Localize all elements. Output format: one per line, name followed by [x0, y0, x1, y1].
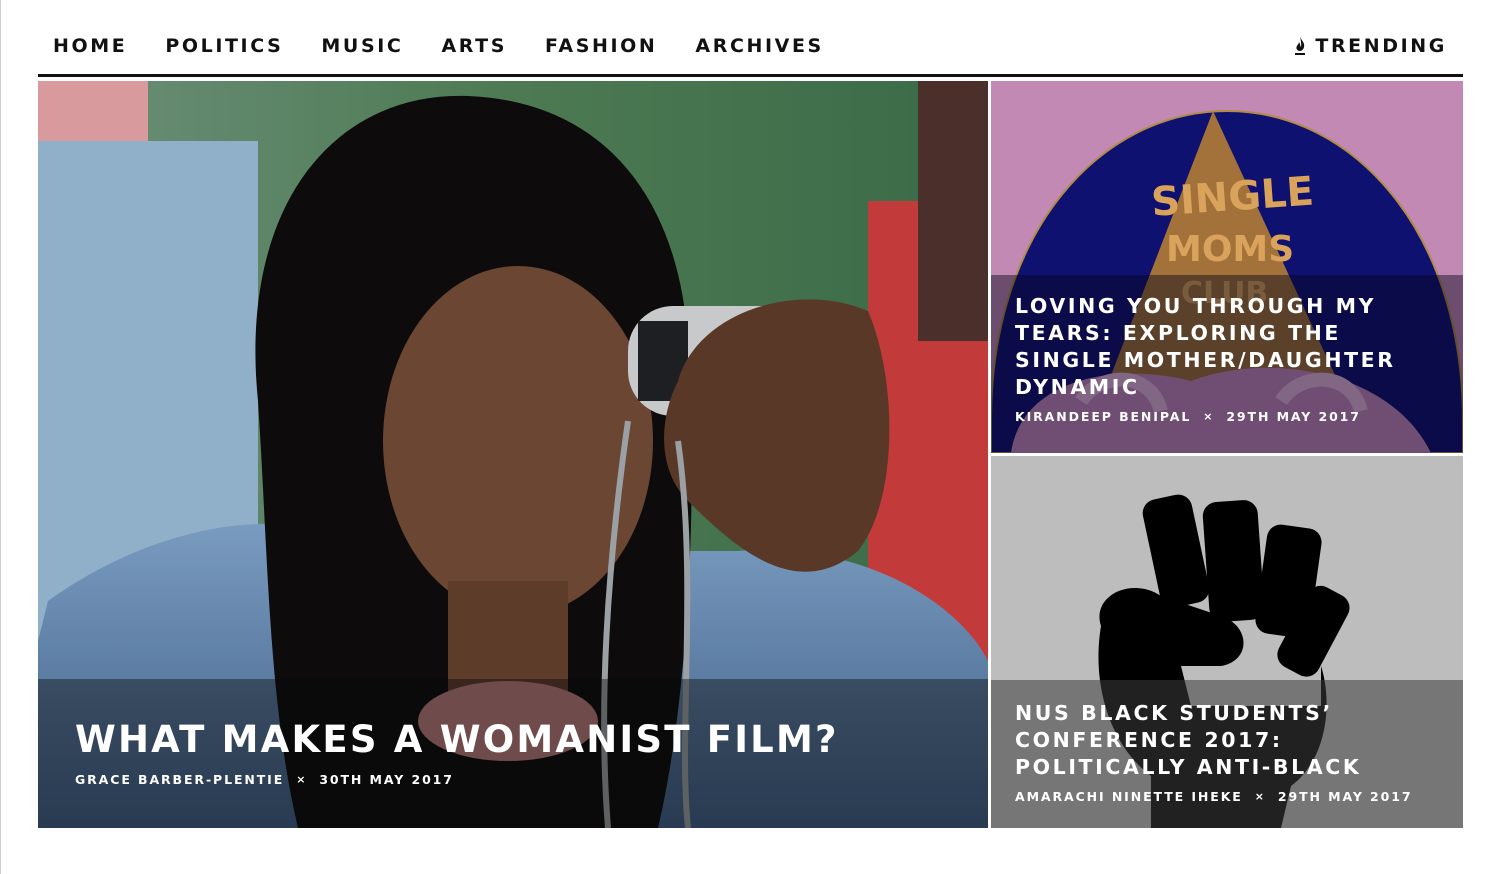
trending-link[interactable]: TRENDING: [1293, 34, 1447, 58]
side-author-bottom[interactable]: AMARACHI NINETTE IHEKE: [1015, 789, 1243, 804]
nav-item-fashion[interactable]: FASHION: [545, 34, 657, 58]
nav-item-arts[interactable]: ARTS: [441, 34, 507, 58]
side-author-top[interactable]: KIRANDEEP BENIPAL: [1015, 409, 1191, 424]
side-article-card-bottom[interactable]: NUS BLACK STUDENTS’ CONFERENCE 2017: POL…: [991, 456, 1463, 828]
trending-label: TRENDING: [1315, 35, 1447, 57]
side-article-card-top[interactable]: SINGLE MOMS CLUB LOVING YOU THROUGH MY T…: [991, 81, 1463, 453]
feature-caption: WHAT MAKES A WOMANIST FILM? GRACE BARBER…: [38, 679, 988, 828]
feature-article-card[interactable]: WHAT MAKES A WOMANIST FILM? GRACE BARBER…: [38, 81, 988, 828]
svg-text:MOMS: MOMS: [1166, 229, 1294, 270]
flame-icon: [1295, 37, 1306, 55]
nav-item-politics[interactable]: POLITICS: [165, 34, 283, 58]
main-navigation: HOME POLITICS MUSIC ARTS FASHION ARCHIVE…: [38, 0, 1463, 77]
meta-separator: ×: [296, 773, 308, 787]
side-caption-top: LOVING YOU THROUGH MY TEARS: EXPLORING T…: [991, 275, 1463, 453]
nav-item-music[interactable]: MUSIC: [321, 34, 403, 58]
side-date-top: 29TH MAY 2017: [1226, 409, 1361, 424]
feature-meta: GRACE BARBER-PLENTIE × 30TH MAY 2017: [75, 772, 951, 787]
side-date-bottom: 29TH MAY 2017: [1277, 789, 1413, 804]
page-left-border: [0, 0, 1, 874]
side-title-bottom[interactable]: NUS BLACK STUDENTS’ CONFERENCE 2017: POL…: [1015, 700, 1439, 781]
side-meta-bottom: AMARACHI NINETTE IHEKE × 29TH MAY 2017: [1015, 789, 1439, 804]
nav-item-home[interactable]: HOME: [53, 34, 127, 58]
meta-separator: ×: [1254, 790, 1266, 803]
meta-separator: ×: [1203, 410, 1215, 423]
side-meta-top: KIRANDEEP BENIPAL × 29TH MAY 2017: [1015, 409, 1439, 424]
feature-date: 30TH MAY 2017: [319, 772, 454, 788]
feature-author[interactable]: GRACE BARBER-PLENTIE: [75, 772, 284, 787]
side-title-top[interactable]: LOVING YOU THROUGH MY TEARS: EXPLORING T…: [1015, 293, 1439, 401]
nav-item-archives[interactable]: ARCHIVES: [695, 34, 823, 58]
feature-title[interactable]: WHAT MAKES A WOMANIST FILM?: [75, 719, 951, 761]
side-caption-bottom: NUS BLACK STUDENTS’ CONFERENCE 2017: POL…: [991, 680, 1463, 828]
nav-links: HOME POLITICS MUSIC ARTS FASHION ARCHIVE…: [53, 34, 862, 58]
